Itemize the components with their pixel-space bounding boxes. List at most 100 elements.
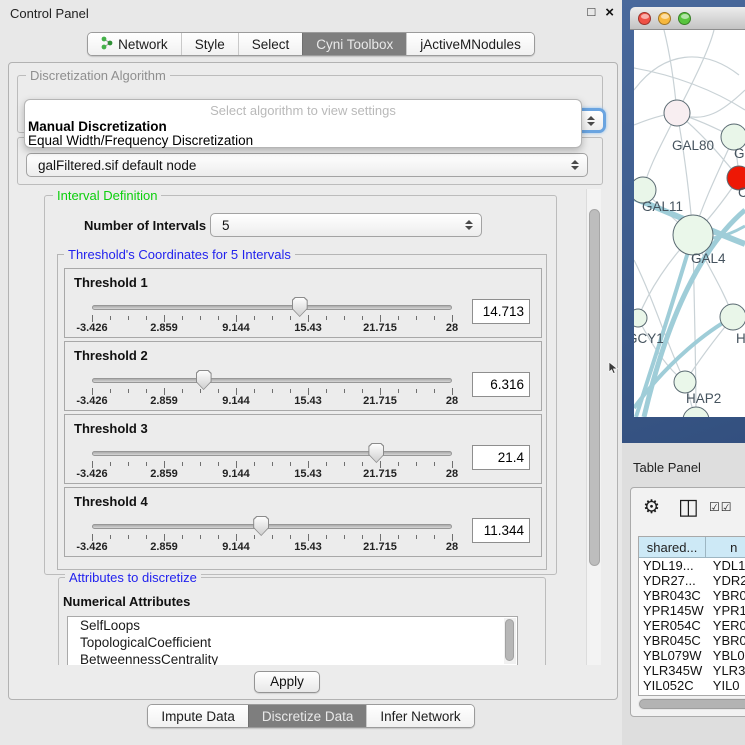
close-panel-icon[interactable]: × [605, 4, 614, 21]
slider-tick [452, 534, 453, 541]
table-row[interactable]: YIL052CYIL0 [639, 678, 745, 693]
dropdown-item-manual-discretization[interactable]: Manual Discretization [28, 119, 167, 134]
combo-stepper-icon [571, 160, 579, 170]
slider-tick [452, 388, 453, 395]
threshold-slider[interactable]: -3.4262.8599.14415.4321.71528 [65, 342, 475, 412]
table-row[interactable]: YDL19...YDL1 [639, 558, 745, 573]
scrollbar-thumb[interactable] [505, 619, 514, 661]
slider-track[interactable] [92, 305, 452, 310]
numerical-attributes-list[interactable]: SelfLoopsTopologicalCoefficientBetweenne… [67, 616, 518, 665]
tab-impute-data[interactable]: Impute Data [148, 705, 248, 727]
column-header-name[interactable]: n [706, 537, 745, 557]
table-header-row: shared... n [639, 537, 745, 558]
table-row[interactable]: YBR043CYBR0 [639, 588, 745, 603]
table-row[interactable]: YBL079WYBL0 [639, 648, 745, 663]
threshold-value-field[interactable]: 6.316 [472, 372, 530, 397]
attribute-list-item[interactable]: TopologicalCoefficient [68, 634, 517, 651]
tab-discretize-data[interactable]: Discretize Data [248, 705, 367, 727]
slider-tick [380, 461, 381, 468]
scale-label: 9.144 [222, 541, 250, 553]
threshold-value-field[interactable]: 14.713 [472, 299, 530, 324]
slider-thumb[interactable] [196, 370, 212, 390]
network-node[interactable] [634, 309, 647, 327]
close-traffic-light-icon[interactable] [638, 12, 651, 25]
slider-tick [110, 316, 111, 320]
network-node[interactable] [674, 371, 696, 393]
float-panel-icon[interactable]: □ [587, 4, 595, 21]
threshold-value-field[interactable]: 21.4 [472, 445, 530, 470]
threshold-slider[interactable]: -3.4262.8599.14415.4321.71528 [65, 269, 475, 339]
discretization-algorithm-group: Discretization Algorithm Select algorith… [17, 75, 603, 133]
tab-jactivemnodules[interactable]: jActiveMNodules [406, 33, 534, 55]
zoom-traffic-light-icon[interactable] [678, 12, 691, 25]
gear-icon[interactable]: ⚙ [643, 496, 660, 519]
tab-label: Infer Network [380, 709, 460, 724]
threshold-slider[interactable]: -3.4262.8599.14415.4321.71528 [65, 488, 475, 558]
table-cell: YBL0 [707, 648, 745, 663]
tab-network[interactable]: Network [88, 33, 181, 55]
split-columns-icon[interactable]: ◫ [678, 494, 699, 520]
slider-tick [308, 534, 309, 541]
slider-track[interactable] [92, 378, 452, 383]
attribute-list-item[interactable]: SelfLoops [68, 617, 517, 634]
slider-tick [146, 535, 147, 539]
network-canvas[interactable]: GAL80GCGAL11GAL4GCY1HHAP2 [634, 30, 745, 417]
table-row[interactable]: YPR145WYPR1 [639, 603, 745, 618]
interval-definition-group: Interval Definition Number of Intervals … [44, 195, 557, 575]
network-window-titlebar[interactable] [630, 7, 745, 30]
slider-tick [344, 389, 345, 393]
slider-thumb[interactable] [292, 297, 308, 317]
table-cell: YLR3 [707, 663, 745, 678]
select-columns-icon[interactable]: ☑☑ [709, 500, 733, 514]
slider-tick [416, 389, 417, 393]
scrollbar-thumb[interactable] [639, 699, 745, 709]
table-row[interactable]: YER054CYER0 [639, 618, 745, 633]
node-attribute-table[interactable]: shared... n YDL19...YDL1YDR27...YDR2YBR0… [638, 536, 745, 696]
slider-track[interactable] [92, 524, 452, 529]
settings-scrollbar[interactable] [586, 189, 601, 665]
slider-scale: -3.4262.8599.14415.4321.71528 [65, 541, 475, 555]
dropdown-item-equal-width-frequency[interactable]: Equal Width/Frequency Discretization [28, 133, 253, 148]
table-row[interactable]: YLR345WYLR3 [639, 663, 745, 678]
slider-thumb[interactable] [368, 443, 384, 463]
tab-select[interactable]: Select [238, 33, 303, 55]
tab-cyni-toolbox[interactable]: Cyni Toolbox [302, 33, 406, 55]
network-node[interactable] [720, 304, 745, 330]
slider-tick [254, 535, 255, 539]
apply-button[interactable]: Apply [254, 671, 320, 693]
screenshot-stage: Control Panel □ × [0, 0, 745, 745]
threshold-value-field[interactable]: 11.344 [472, 518, 530, 543]
network-node[interactable] [673, 215, 713, 255]
number-of-intervals-combobox[interactable]: 5 [210, 213, 482, 237]
tab-label: Select [252, 37, 290, 52]
table-cell: YBR0 [707, 588, 745, 603]
table-data-combobox[interactable]: galFiltered.sif default node [26, 153, 588, 177]
attributes-scrollbar[interactable] [504, 618, 516, 664]
scrollbar-thumb[interactable] [589, 209, 600, 566]
slider-tick [92, 315, 93, 322]
slider-tick [218, 535, 219, 539]
slider-thumb[interactable] [253, 516, 269, 536]
scale-label: -3.426 [76, 395, 107, 407]
tab-infer-network[interactable]: Infer Network [366, 705, 473, 727]
tab-style[interactable]: Style [181, 33, 238, 55]
table-row[interactable]: YDR27...YDR2 [639, 573, 745, 588]
minimize-traffic-light-icon[interactable] [658, 12, 671, 25]
combo-value: 5 [222, 218, 230, 233]
threshold-slider[interactable]: -3.4262.8599.14415.4321.71528 [65, 415, 475, 485]
table-horizontal-scrollbar[interactable] [638, 698, 745, 710]
scale-label: 28 [446, 541, 458, 553]
node-label: C [738, 185, 745, 200]
attribute-list-item[interactable]: BetweennessCentrality [68, 651, 517, 665]
table-row[interactable]: YBR045CYBR0 [639, 633, 745, 648]
threshold-row: Threshold 4-3.4262.8599.14415.4321.71528… [64, 487, 542, 557]
slider-track[interactable] [92, 451, 452, 456]
node-label: GAL4 [691, 251, 726, 266]
slider-tick [92, 534, 93, 541]
mouse-cursor [608, 361, 619, 375]
node-label: GAL80 [672, 138, 714, 153]
column-header-shared[interactable]: shared... [639, 537, 706, 557]
network-node[interactable] [664, 100, 690, 126]
slider-tick [272, 535, 273, 539]
network-node[interactable] [683, 407, 709, 417]
